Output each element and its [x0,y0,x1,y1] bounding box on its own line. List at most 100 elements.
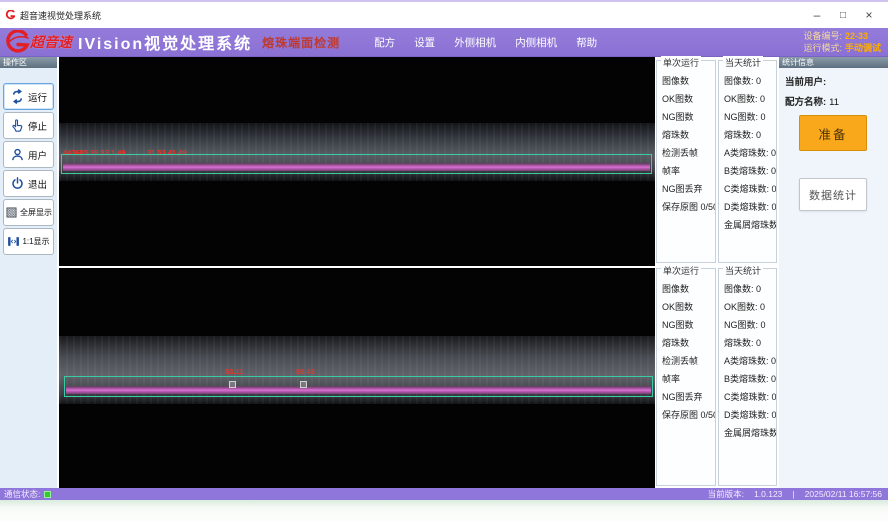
desktop-background [0,500,888,522]
stat-row: NG图丢弃 [662,388,715,406]
prepare-button[interactable]: 准备 [799,115,867,151]
user-button[interactable]: 用户 [3,141,54,168]
stat-row: OK图数 [662,90,715,108]
stop-button-label: 停止 [28,119,47,133]
status-bar: 通信状态: 当前版本: 1.0.123 | 2025/02/11 16:57:5… [0,488,888,500]
stat-row: NG图数: 0 [724,108,776,126]
measurement-label: 53.11 [225,367,243,376]
single-run-stats-bottom: 单次运行 图像数OK图数NG图数熔珠数检测丢帧帧率NG图丢弃保存原图 0/500 [656,268,716,486]
app-header: 超音速 IVision视觉处理系统 熔珠端面检测 配方设置外侧相机内侧相机帮助 … [0,28,888,57]
menu-item[interactable]: 内侧相机 [515,35,557,50]
stat-row: NG图数 [662,108,715,126]
stat-row: OK图数 [662,298,715,316]
stat-row: 金属屑熔珠数: 0 [724,424,776,442]
groupbox-title: 单次运行 [661,56,701,69]
version-value: 1.0.123 [754,489,782,499]
run-button-label: 运行 [28,90,47,104]
device-number-line: 设备编号:22-33 [803,30,881,42]
weld-bead-roi-box [61,154,652,174]
groupbox-title: 当天统计 [723,56,763,69]
brand-logo-icon [2,30,30,54]
stat-row: D类熔珠数: 0 [724,406,776,424]
separator: | [792,489,794,499]
exit-button-label: 退出 [28,177,47,191]
recipe-name-value: 11 [829,97,839,108]
groupbox-title: 单次运行 [661,264,701,277]
recipe-name-line: 配方名称:11 [785,94,888,108]
stat-row: OK图数: 0 [724,298,776,316]
maximize-icon[interactable]: □ [830,5,856,25]
stat-row: 图像数 [662,72,715,90]
close-icon[interactable]: × [856,5,882,25]
current-user-label: 当前用户: [785,77,826,88]
main-content: 操作区 运行 停止 [0,57,888,488]
daily-stats-bottom: 当天统计 图像数: 0OK图数: 0NG图数: 0熔珠数: 0A类熔珠数: 0B… [718,268,777,486]
defect-marker [300,381,307,388]
power-icon [10,176,25,191]
user-button-label: 用户 [28,148,47,162]
stat-row: NG图数: 0 [724,316,776,334]
menu-item[interactable]: 外侧相机 [454,35,496,50]
device-info-block: 设备编号:22-33 运行模式:手动调试 [803,30,881,54]
run-button[interactable]: 运行 [3,83,54,110]
menu-bar: 配方 设置 外侧相机 内侧相机 帮助 [374,35,597,50]
run-mode-label: 运行模式: [803,43,842,53]
one-to-one-button[interactable]: 1:1显示 [3,228,54,255]
app-logo-small-icon [5,10,15,20]
fullscreen-button[interactable]: 全屏显示 [3,199,54,226]
measurement-label: 56.43 [296,367,315,376]
menu-item[interactable]: 帮助 [576,35,597,50]
exit-button[interactable]: 退出 [3,170,54,197]
fullscreen-icon [5,206,18,219]
stat-row: 金属屑熔珠数: 0 [724,216,776,234]
stat-row: 检测丢帧 [662,144,715,162]
version-label: 当前版本: [708,488,744,500]
stat-row: 图像数: 0 [724,72,776,90]
stat-row: 帧率 [662,370,715,388]
stat-row: 检测丢帧 [662,352,715,370]
camera-view-bottom: 53.11 56.43 [59,268,655,488]
brand-logo-text: 超音速 [30,32,72,52]
data-statistics-button[interactable]: 数据统计 [799,178,867,211]
stat-row: NG图数 [662,316,715,334]
fullscreen-button-label: 全屏显示 [20,207,52,218]
stat-row: B类熔珠数: 0 [724,370,776,388]
single-run-stats-top: 单次运行 图像数OK图数NG图数熔珠数检测丢帧帧率NG图丢弃保存原图 0/500 [656,60,716,263]
weld-bead [66,386,651,394]
stop-button[interactable]: 停止 [3,112,54,139]
statistics-info-panel: 统计信息 当前用户: 配方名称:11 准备 数据统计 [779,57,888,488]
stat-row: A类熔珠数: 0 [724,352,776,370]
stat-row: B类熔珠数: 0 [724,162,776,180]
stat-row: OK图数: 0 [724,90,776,108]
device-number-label: 设备编号: [803,31,842,41]
stat-row: 图像数: 0 [724,280,776,298]
groupbox-title: 当天统计 [723,264,763,277]
stat-row: 熔珠数: 0 [724,334,776,352]
comm-status-indicator [44,491,51,498]
stat-row: A类熔珠数: 0 [724,144,776,162]
stat-row: 熔珠数: 0 [724,126,776,144]
stat-row: 熔珠数 [662,334,715,352]
run-mode-line: 运行模式:手动调试 [803,42,881,54]
datetime-value: 2025/02/11 16:57:56 [805,489,882,499]
operation-sidebar: 操作区 运行 停止 [0,57,57,488]
daily-stats-top: 当天统计 图像数: 0OK图数: 0NG图数: 0熔珠数: 0A类熔珠数: 0B… [718,60,777,263]
run-mode-value: 手动调试 [845,43,881,53]
menu-item[interactable]: 配方 [374,35,395,50]
info-panel-title: 统计信息 [779,57,888,68]
comm-status-block: 通信状态: [4,488,51,500]
app-window: 超音速视觉处理系统 – □ × 超音速 IVision视觉处理系统 熔珠端面检测… [0,0,888,522]
recipe-name-label: 配方名称: [785,97,826,108]
sidebar-title: 操作区 [0,57,57,68]
minimize-icon[interactable]: – [804,5,830,25]
window-title: 超音速视觉处理系统 [20,9,101,22]
comm-status-label: 通信状态: [4,488,40,500]
camera-view-top: 443685 39.83 1.49 31.53 41.49 [59,57,655,266]
hand-icon [10,118,25,133]
titlebar: 超音速视觉处理系统 – □ × [0,2,888,28]
menu-item[interactable]: 设置 [414,35,435,50]
version-block: 当前版本: 1.0.123 | 2025/02/11 16:57:56 [708,488,882,500]
one-to-one-icon [7,235,20,248]
current-user-line: 当前用户: [785,74,888,88]
window-controls: – □ × [804,5,882,25]
